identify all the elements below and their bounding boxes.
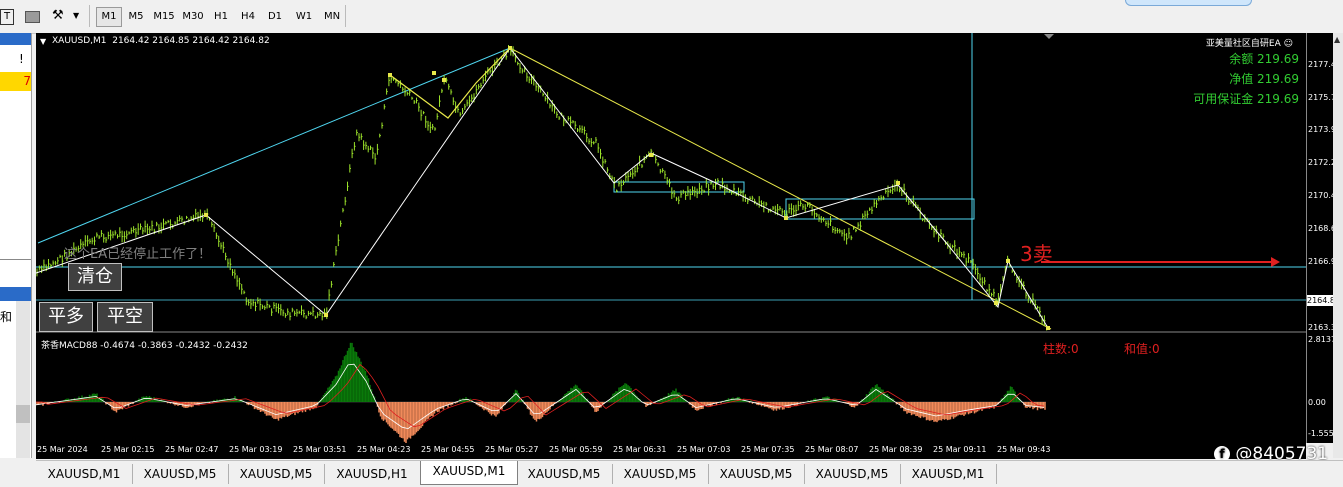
time-tick: 25 Mar 05:27 — [485, 445, 539, 454]
chart-tab[interactable]: XAUUSD,H1 — [324, 464, 421, 484]
chart-title: XAUUSD,M1 2164.42 2164.85 2164.42 2164.8… — [52, 36, 270, 46]
toolbar-divider — [89, 5, 90, 27]
zigzag-yellow — [389, 47, 511, 119]
sell-label: 3卖 — [1020, 242, 1053, 266]
time-tick: 25 Mar 08:07 — [805, 445, 859, 454]
zigzag-node — [1046, 326, 1050, 330]
time-tick: 25 Mar 07:35 — [741, 445, 795, 454]
draw-tools-icon[interactable]: ⚒ — [52, 8, 64, 23]
navigator-panel: ! 7 和 — [0, 33, 32, 458]
close-short-button[interactable]: 平空 — [97, 302, 153, 332]
equity-text: 净值 219.69 — [1229, 72, 1299, 86]
chart-tab[interactable]: XAUUSD,M1 — [900, 464, 997, 484]
scroll-marker — [1044, 34, 1054, 39]
zigzag-line — [36, 47, 1049, 329]
panel-divider — [0, 259, 31, 260]
sell-arrow-head — [1271, 257, 1280, 267]
time-tick: 25 Mar 03:19 — [229, 445, 283, 454]
chevron-up-icon[interactable]: ▲ — [1334, 35, 1340, 44]
stopped-notice: 这个EA已经停止工作了！ — [64, 247, 212, 262]
time-tick: 25 Mar 04:55 — [421, 445, 475, 454]
tf-h4[interactable]: H4 — [237, 9, 259, 25]
zigzag-node — [432, 71, 436, 75]
time-tick: 25 Mar 02:47 — [165, 445, 219, 454]
current-price-label: 2164.82 — [1307, 295, 1341, 306]
panel-scroll-thumb[interactable] — [16, 405, 30, 423]
chart-tab[interactable]: XAUUSD,M5 — [804, 464, 901, 484]
chart-tab[interactable]: XAUUSD,M1 — [420, 461, 518, 485]
close-all-button[interactable]: 清仓 — [68, 263, 122, 291]
zigzag-node — [442, 78, 446, 82]
time-tick: 25 Mar 03:51 — [293, 445, 347, 454]
time-axis[interactable]: 25 Mar 2024 25 Mar 02:15 25 Mar 02:47 25 Ma… — [36, 443, 1306, 459]
zigzag-node — [508, 46, 512, 50]
time-tick: 25 Mar 08:39 — [869, 445, 923, 454]
ea-label: 亚美量社区自研EA ☺ — [1206, 36, 1293, 49]
chart-tabs: XAUUSD,M1 XAUUSD,M5 XAUUSD,M5 XAUUSD,H1 XAUU… — [36, 460, 1343, 487]
chart-menu-icon[interactable]: ▼ — [40, 37, 46, 46]
chevron-down-icon[interactable]: ▼ — [73, 11, 79, 20]
ea-name: 亚美量社区自研EA — [1205, 39, 1281, 49]
smiley-icon: ☺ — [1283, 39, 1293, 49]
chart-window-icon[interactable] — [25, 11, 40, 23]
panel-scrollbar[interactable] — [16, 301, 30, 458]
macd-label: 茶香MACD88 -0.4674 -0.3863 -0.2432 -0.2432 — [41, 341, 248, 351]
panel-row-2[interactable]: 7 — [0, 72, 31, 91]
right-scrollbar[interactable]: ▲ — [1333, 33, 1343, 458]
zigzag-node — [1006, 259, 1010, 263]
text-tool-icon[interactable]: T — [0, 9, 14, 25]
chart-tab[interactable]: XAUUSD,M5 — [516, 464, 613, 484]
price-chart[interactable]: ▼ XAUUSD,M1 2164.42 2164.85 2164.42 2164… — [36, 33, 1306, 443]
tf-d1[interactable]: D1 — [264, 9, 286, 25]
tf-m1[interactable]: M1 — [96, 7, 122, 27]
toolbar: T ⚒ ▼ M1 M5 M15 M30 H1 H4 D1 W1 MN — [0, 0, 1343, 34]
panel-row-1[interactable]: ! — [19, 52, 24, 66]
panel-row-3: 和 — [0, 310, 13, 324]
toolbar-divider — [345, 5, 346, 27]
search-field[interactable] — [1125, 0, 1252, 6]
zigzag-node — [204, 213, 208, 217]
time-tick: 25 Mar 02:15 — [101, 445, 155, 454]
time-tick: 25 Mar 09:11 — [933, 445, 987, 454]
time-tick: 25 Mar 09:43 — [997, 445, 1051, 454]
chart-tab[interactable]: XAUUSD,M5 — [132, 464, 229, 484]
tf-mn[interactable]: MN — [320, 9, 344, 25]
tf-m5[interactable]: M5 — [124, 9, 148, 25]
time-tick: 25 Mar 06:31 — [613, 445, 667, 454]
time-tick: 25 Mar 2024 — [37, 445, 88, 454]
tf-w1[interactable]: W1 — [292, 9, 316, 25]
macd-tick: 2.8137 — [1308, 335, 1336, 344]
trend-line-cyan — [37, 47, 511, 244]
balance-text: 余额 219.69 — [1229, 52, 1299, 66]
sum-value: 和值:0 — [1124, 342, 1160, 356]
tf-m15[interactable]: M15 — [151, 9, 177, 25]
bars-count: 柱数:0 — [1043, 342, 1079, 356]
chart-tab[interactable]: XAUUSD,M5 — [228, 464, 325, 484]
macd-tick: 0.00 — [1308, 398, 1326, 407]
zigzag-node — [388, 73, 392, 77]
zigzag-node — [994, 301, 998, 305]
price-axis[interactable]: 2177.45 2175.70 2173.95 2172.20 2170.40 … — [1306, 33, 1341, 443]
time-tick: 25 Mar 04:23 — [357, 445, 411, 454]
panel-header — [0, 33, 31, 45]
time-tick: 25 Mar 07:03 — [677, 445, 731, 454]
zigzag-node — [896, 181, 900, 185]
zigzag-node — [784, 216, 788, 220]
chart-tab[interactable]: XAUUSD,M1 — [36, 464, 133, 484]
time-tick: 25 Mar 05:59 — [549, 445, 603, 454]
close-long-button[interactable]: 平多 — [39, 302, 93, 332]
trend-line-yellow — [509, 47, 1052, 330]
tf-m30[interactable]: M30 — [180, 9, 206, 25]
tf-h1[interactable]: H1 — [209, 9, 233, 25]
chart-tab[interactable]: XAUUSD,M5 — [708, 464, 805, 484]
zigzag-node — [324, 313, 328, 317]
panel-header-2 — [0, 287, 31, 301]
chart-canvas — [36, 33, 1306, 443]
chart-tab[interactable]: XAUUSD,M5 — [612, 464, 709, 484]
zigzag-node — [649, 153, 653, 157]
free-margin-text: 可用保证金 219.69 — [1193, 92, 1299, 106]
